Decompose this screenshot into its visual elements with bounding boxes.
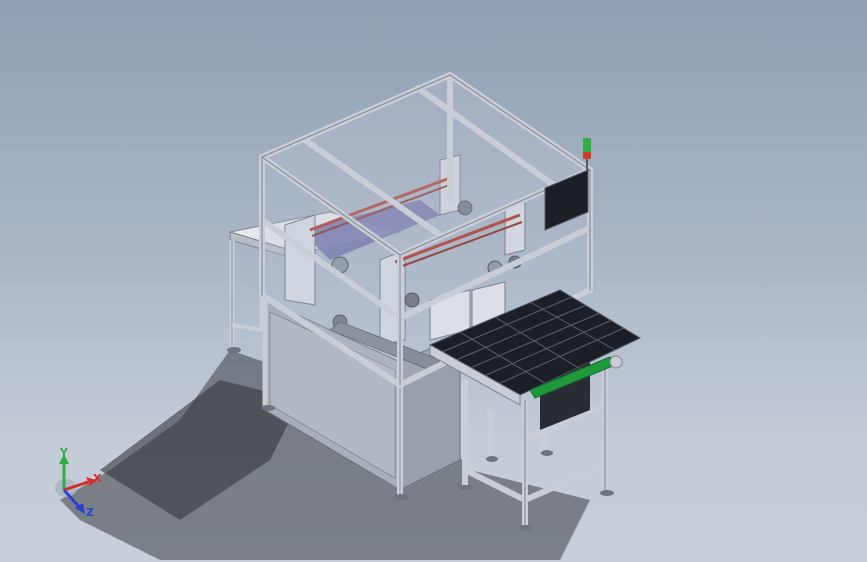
light-red	[583, 152, 591, 159]
light-green-mid	[583, 145, 591, 152]
z-axis-label: Z	[86, 506, 94, 519]
x-axis-label: X	[93, 472, 102, 485]
machine-model[interactable]	[0, 0, 867, 562]
coordinate-triad: Y X Z	[55, 446, 102, 519]
y-axis-label: Y	[59, 446, 69, 459]
cad-viewport[interactable]: Y X Z	[0, 0, 867, 562]
light-green-top	[583, 138, 591, 145]
